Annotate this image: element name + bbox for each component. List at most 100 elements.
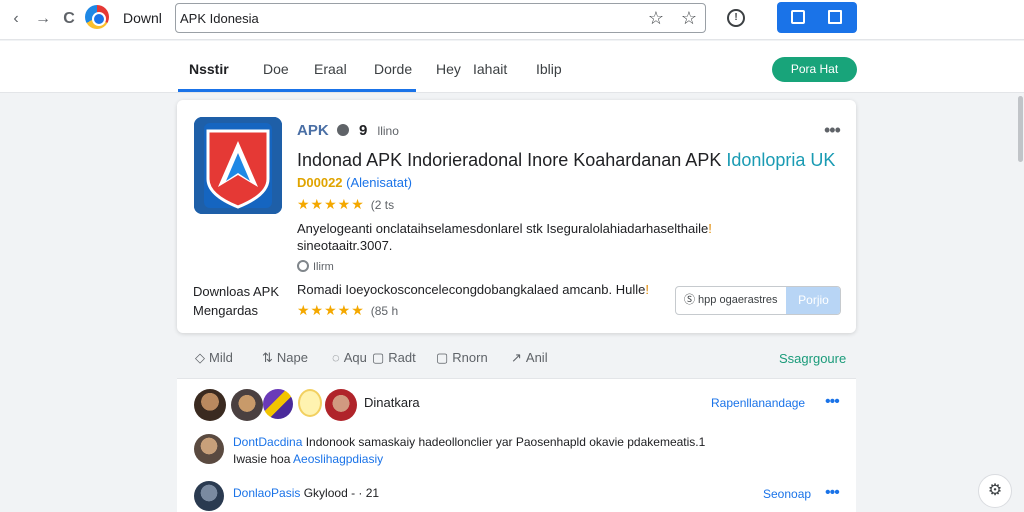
comments-section: Dinatkara Rapenllanandage ••• DontDacdin… — [177, 379, 856, 512]
app-meta: Ilirm — [297, 260, 334, 273]
comment-icon: ▢ — [372, 350, 385, 365]
action-anil[interactable]: ↗ Anil — [511, 350, 548, 366]
action-mild[interactable]: ◇ Mild — [195, 350, 233, 366]
forward-share-icon: ↗ — [511, 350, 522, 365]
comment-row: DonlaoPasis Gkylood - · 21 — [233, 486, 379, 500]
tab-iahait[interactable]: Iahait — [473, 61, 507, 77]
more-options-icon[interactable]: ••• — [824, 120, 841, 141]
avatar[interactable] — [298, 389, 322, 417]
developer-link[interactable]: (Alenisatat) — [346, 175, 412, 190]
rating-stars: ★★★★★ (2 ts — [297, 196, 394, 213]
settings-icon[interactable]: ⚙ — [978, 474, 1012, 508]
search-icon: ◌ — [332, 350, 340, 365]
tab-doe[interactable]: Doe — [263, 61, 289, 77]
tab-dorde[interactable]: Dorde — [374, 61, 412, 77]
comment-link[interactable]: Aeoslihagpdiasiy — [293, 452, 383, 466]
bookmark-icon[interactable]: ☆ — [646, 8, 666, 28]
downloads-label-line2: Mengardas — [193, 303, 259, 318]
brand-tag: llino — [377, 124, 399, 138]
action-nape[interactable]: ⇅ Nape — [262, 350, 308, 366]
action-label: Rnorn — [452, 350, 488, 365]
star-icon[interactable]: ☆ — [679, 8, 699, 28]
app-brand-row: APK 9 llino — [297, 122, 399, 139]
avatar[interactable] — [194, 389, 226, 421]
avatar[interactable] — [325, 389, 357, 421]
action-aqu[interactable]: ◌ Aqu — [332, 350, 367, 365]
site-name: Downl — [123, 10, 162, 26]
avatar[interactable] — [231, 389, 263, 421]
action-label: Anil — [525, 350, 548, 365]
download-button[interactable]: Porjio — [786, 287, 840, 314]
info-icon — [297, 260, 309, 272]
action-radt[interactable]: ▢ Radt — [372, 350, 416, 366]
downloads-label-line1: Downloas APK — [193, 284, 279, 299]
install-text-body: Romadi Ioeyockosconcelecongdobangkalaed … — [297, 282, 646, 297]
action-suggest-link[interactable]: Ssagrgoure — [779, 351, 846, 366]
brand-name: APK — [297, 122, 329, 139]
avatar[interactable] — [194, 481, 224, 511]
comment-link[interactable]: Seonoap — [763, 487, 811, 501]
share-icon: ⇅ — [262, 350, 273, 365]
app-title: Indonad APK Indorieradonal Inore Koahard… — [297, 150, 835, 171]
download-control: Ⓢ hpp ogaerastres Porjio — [675, 286, 841, 315]
address-text: APK Idonesia — [180, 11, 259, 26]
stars-secondary: ★★★★★ — [297, 302, 365, 318]
active-tab-indicator — [178, 89, 416, 92]
diamond-icon: ◇ — [195, 350, 205, 365]
tab-eraal[interactable]: Eraal — [314, 61, 347, 77]
back-icon[interactable]: ‹ — [6, 9, 26, 29]
window-buttons — [777, 2, 857, 33]
comment-meta: Gkylood - · 21 — [303, 486, 380, 500]
install-mark: ! — [645, 282, 649, 297]
action-rnorn[interactable]: ▢ Rnorn — [436, 350, 488, 366]
app-title-main: Indonad APK Indorieradonal Inore Koahard… — [297, 150, 727, 170]
app-description: Anyelogeanti onclataihselamesdonlarel st… — [297, 220, 777, 254]
rating-count: (2 ts — [370, 198, 395, 212]
app-logo-icon — [194, 117, 282, 214]
browser-toolbar: ‹ → C Downl APK Idonesia ☆ ☆ ! — [0, 0, 1024, 40]
reload-icon[interactable]: C — [59, 9, 79, 29]
header-action-button[interactable]: Pora Hat — [772, 57, 857, 82]
rating-count-secondary: (85 h — [370, 304, 399, 318]
avatar[interactable] — [194, 434, 224, 464]
comment-line2: Iwasie hoa — [233, 452, 291, 466]
description-mark: ! — [708, 221, 712, 236]
forward-icon[interactable]: → — [33, 9, 53, 29]
developer-code: D00022 — [297, 175, 343, 190]
group-link[interactable]: Rapenllanandage — [711, 396, 805, 410]
action-label: Mild — [209, 350, 233, 365]
action-label: Nape — [276, 350, 308, 365]
avatar[interactable] — [263, 389, 293, 419]
verified-icon — [336, 124, 349, 136]
more-options-icon[interactable]: ••• — [825, 484, 840, 502]
group-name[interactable]: Dinatkara — [364, 395, 420, 410]
window-icon[interactable] — [791, 10, 805, 24]
message-icon: ▢ — [436, 350, 449, 365]
comment: DontDacdina Indonook samaskaiy hadeollon… — [233, 434, 793, 468]
comment-body: Indonook samaskaiy hadeollonclier yar Pa… — [305, 435, 706, 449]
install-text: Romadi Ioeyockosconcelecongdobangkalaed … — [297, 282, 649, 297]
app-title-highlight: Idonlopria UK — [726, 150, 836, 170]
tab-nsstir[interactable]: Nsstir — [189, 61, 229, 77]
description-line2: sineotaaitr.3007. — [297, 238, 393, 253]
tab-hey[interactable]: Hey — [436, 61, 461, 77]
stars: ★★★★★ — [297, 196, 365, 212]
action-bar: ◇ Mild ⇅ Nape ◌ Aqu ▢ Radt ▢ Rnorn ↗ Anil Ssag… — [177, 339, 856, 379]
tabs-icon[interactable] — [828, 10, 842, 24]
comment-author[interactable]: DontDacdina — [233, 435, 302, 449]
browser-logo-icon — [85, 5, 109, 29]
brand-number: 9 — [359, 122, 368, 139]
downloads-label: Downloas APK Mengardas — [193, 282, 279, 320]
download-options-button[interactable]: Ⓢ hpp ogaerastres — [676, 287, 786, 314]
nav-tabs: Nsstir Doe Eraal Dorde Hey Iahait Iblip … — [0, 41, 1024, 93]
address-bar[interactable]: APK Idonesia ☆ ☆ — [175, 3, 706, 33]
extension-icon[interactable]: ! — [727, 9, 745, 27]
tab-iblip[interactable]: Iblip — [536, 61, 562, 77]
description-text: Anyelogeanti onclataihselamesdonlarel st… — [297, 221, 709, 236]
scrollbar[interactable] — [1018, 96, 1023, 162]
developer-row: D00022 (Alenisatat) — [297, 175, 412, 190]
more-options-icon[interactable]: ••• — [825, 393, 840, 411]
rating-stars-secondary: ★★★★★ (85 h — [297, 302, 398, 319]
action-label: Radt — [388, 350, 416, 365]
comment-author[interactable]: DonlaoPasis — [233, 486, 300, 500]
